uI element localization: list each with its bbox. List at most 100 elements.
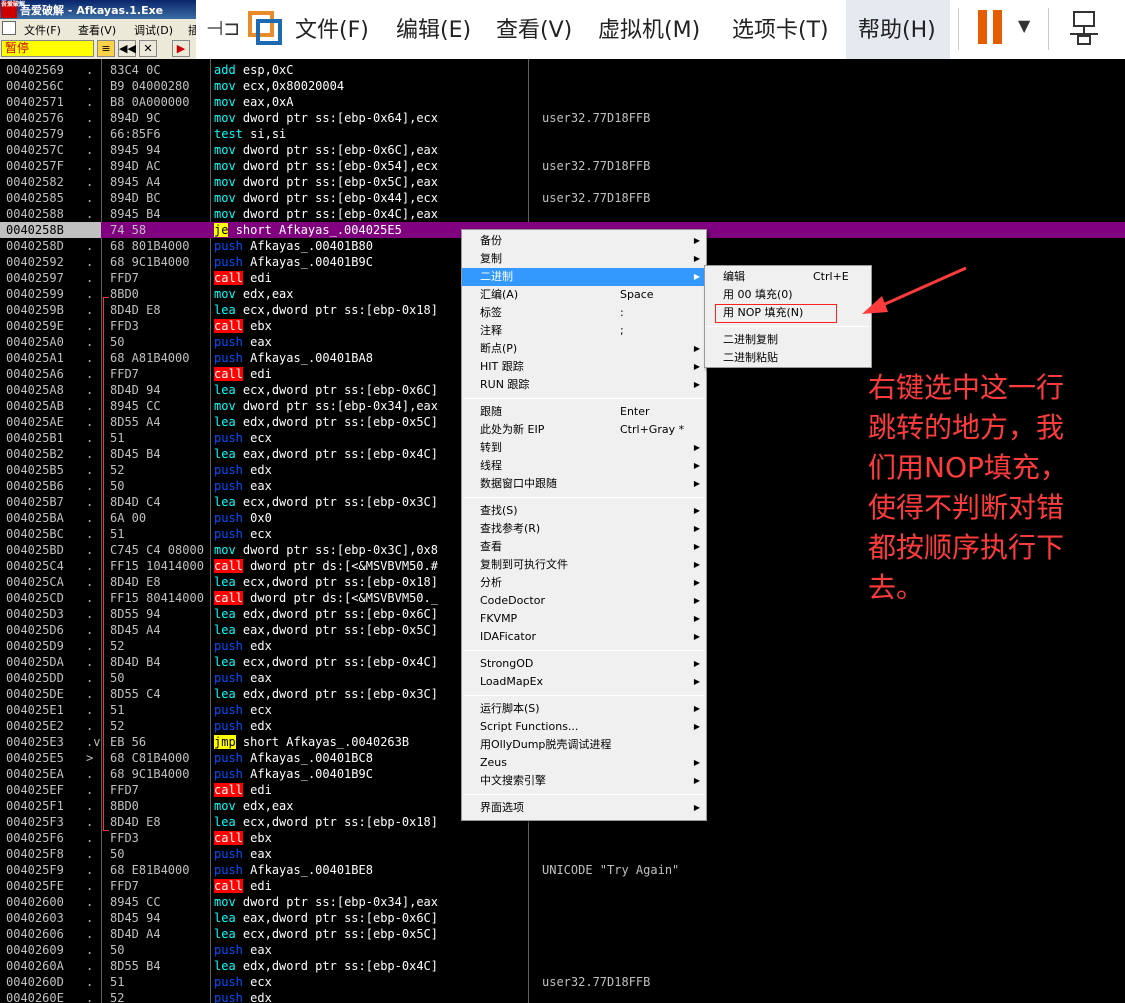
- menu-item[interactable]: 二进制 ▶: [462, 268, 706, 286]
- menu-item[interactable]: RUN 跟踪 ▶: [462, 376, 706, 394]
- hex-bytes: 68 801B4000: [110, 239, 190, 253]
- menu-item[interactable]: 转到 ▶: [462, 439, 706, 457]
- menu-item[interactable]: HIT 跟踪 ▶: [462, 358, 706, 376]
- menu-debug[interactable]: 调试(D): [134, 22, 173, 38]
- menu-item[interactable]: Script Functions... ▶: [462, 718, 706, 736]
- disasm-row[interactable]: 00402600. 8945 CC mov dword ptr ss:[ebp-0x…: [0, 894, 1125, 910]
- menu-item[interactable]: 界面选项 ▶: [462, 799, 706, 817]
- menu-item[interactable]: 查看 ▶: [462, 538, 706, 556]
- menu-item[interactable]: 分析 ▶: [462, 574, 706, 592]
- mnemonic: push: [214, 991, 243, 1003]
- menu-item[interactable]: 线程 ▶: [462, 457, 706, 475]
- disasm-row[interactable]: 00402609. 50 push eax: [0, 942, 1125, 958]
- menu-item[interactable]: 复制到可执行文件 ▶: [462, 556, 706, 574]
- operands: dword ptr ds:[<&MSVBVM50.#: [250, 559, 438, 573]
- jump-marker: .: [86, 895, 94, 909]
- menu-item[interactable]: 标签:: [462, 304, 706, 322]
- menu-item[interactable]: 注释;: [462, 322, 706, 340]
- disasm-row[interactable]: 00402579. 66:85F6 test si,si: [0, 126, 1125, 142]
- menu-item[interactable]: 查找参考(R) ▶: [462, 520, 706, 538]
- disasm-row[interactable]: 00402606. 8D4D A4 lea ecx,dword ptr ss:[eb…: [0, 926, 1125, 942]
- menu-item[interactable]: 数据窗口中跟随 ▶: [462, 475, 706, 493]
- menu-plugins[interactable]: 插: [188, 22, 196, 38]
- hex-bytes: C745 C4 08000: [110, 543, 204, 557]
- disasm-row[interactable]: 0040256C. B9 04000280 mov ecx,0x80020004: [0, 78, 1125, 94]
- menu-item[interactable]: 二进制粘贴: [705, 349, 871, 367]
- window-icon[interactable]: [2, 21, 16, 35]
- menu-item[interactable]: 跟随 Enter: [462, 403, 706, 421]
- menu-item[interactable]: CodeDoctor ▶: [462, 592, 706, 610]
- disasm-row[interactable]: 0040260A. 8D55 B4 lea edx,dword ptr ss:[eb…: [0, 958, 1125, 974]
- disasm-row[interactable]: 004025F8. 50 push eax: [0, 846, 1125, 862]
- menu-item[interactable]: StrongOD ▶: [462, 655, 706, 673]
- instruction: push ecx: [214, 974, 534, 990]
- menu-item[interactable]: 断点(P) ▶: [462, 340, 706, 358]
- menu-item[interactable]: 中文搜索引擎 ▶: [462, 772, 706, 790]
- disasm-row[interactable]: 00402585. 894D BC mov dword ptr ss:[ebp-0x…: [0, 190, 1125, 206]
- pause-icon[interactable]: [978, 10, 1002, 44]
- menu-item[interactable]: 用 00 填充(0): [705, 286, 871, 304]
- menu-item[interactable]: 二进制复制: [705, 331, 871, 349]
- jump-marker: .: [86, 287, 94, 301]
- disasm-row[interactable]: 00402582. 8945 A4 mov dword ptr ss:[ebp-0x…: [0, 174, 1125, 190]
- menu-item[interactable]: FKVMP ▶: [462, 610, 706, 628]
- hex-bytes: 894D AC: [110, 159, 161, 173]
- disasm-row[interactable]: 0040260D. 51 push ecx user32.77D18FFB: [0, 974, 1125, 990]
- mnemonic: lea: [214, 815, 236, 829]
- close-button[interactable]: ✕: [139, 40, 157, 57]
- vm-menu-help[interactable]: 帮助(H): [858, 12, 936, 44]
- menu-item[interactable]: Zeus ▶: [462, 754, 706, 772]
- vm-menu-tabs[interactable]: 选项卡(T): [732, 12, 829, 44]
- vm-menu-view[interactable]: 查看(V): [496, 12, 572, 44]
- menu-item[interactable]: 编辑 Ctrl+E: [705, 268, 871, 286]
- disasm-row[interactable]: 004025FE. FFD7 call edi: [0, 878, 1125, 894]
- annotation-arrow-icon: [862, 266, 967, 314]
- disasm-row[interactable]: 0040257C. 8945 94 mov dword ptr ss:[ebp-0x…: [0, 142, 1125, 158]
- run-button[interactable]: ▶: [172, 40, 190, 57]
- disasm-row[interactable]: 00402603. 8D45 94 lea eax,dword ptr ss:[eb…: [0, 910, 1125, 926]
- menu-item[interactable]: 此处为新 EIP Ctrl+Gray *: [462, 421, 706, 439]
- chevron-down-icon[interactable]: ▼: [1018, 16, 1030, 35]
- disasm-row[interactable]: 00402571. B8 0A000000 mov eax,0xA: [0, 94, 1125, 110]
- mnemonic: mov: [214, 111, 236, 125]
- hex-bytes: 68 9C1B4000: [110, 767, 190, 781]
- vm-menu-vm[interactable]: 虚拟机(M): [598, 12, 700, 44]
- menu-item[interactable]: IDAFicator ▶: [462, 628, 706, 646]
- menu-item[interactable]: 用OllyDump脱壳调试进程: [462, 736, 706, 754]
- disasm-row[interactable]: 004025F6. FFD3 call ebx: [0, 830, 1125, 846]
- restart-button[interactable]: ◀◀: [118, 40, 136, 57]
- vm-menu-file[interactable]: 文件(F): [295, 12, 369, 44]
- menu-item[interactable]: LoadMapEx ▶: [462, 673, 706, 691]
- hex-bytes: 68 E81B4000: [110, 863, 190, 877]
- jump-marker: .: [86, 959, 94, 973]
- menu-view[interactable]: 查看(V): [78, 22, 116, 38]
- menu-file[interactable]: 文件(F): [24, 22, 61, 38]
- pin-icon[interactable]: ⊣⊐: [206, 16, 240, 40]
- disasm-row[interactable]: 00402576. 894D 9C mov dword ptr ss:[ebp-0x…: [0, 110, 1125, 126]
- disasm-row[interactable]: 00402588. 8945 B4 mov dword ptr ss:[ebp-0x…: [0, 206, 1125, 222]
- submenu-arrow-icon: ▶: [693, 659, 700, 668]
- operands: edx,dword ptr ss:[ebp-0x6C]: [242, 607, 438, 621]
- comment: user32.77D18FFB: [542, 975, 651, 989]
- network-icon[interactable]: [1068, 10, 1100, 46]
- open-button[interactable]: ≡: [97, 40, 115, 57]
- menu-item-label: CodeDoctor: [480, 594, 545, 607]
- disasm-row[interactable]: 00402569. 83C4 0C add esp,0xC: [0, 62, 1125, 78]
- disasm-row[interactable]: 0040260E. 52 push edx: [0, 990, 1125, 1003]
- menu-item[interactable]: 复制 ▶: [462, 250, 706, 268]
- mnemonic: push: [214, 767, 243, 781]
- disasm-row[interactable]: 004025F9. 68 E81B4000 push Afkayas_.00401B…: [0, 862, 1125, 878]
- hex-bytes: 8945 CC: [110, 399, 161, 413]
- submenu-arrow-icon: ▶: [693, 614, 700, 623]
- menu-item[interactable]: 运行脚本(S) ▶: [462, 700, 706, 718]
- menu-item[interactable]: 汇编(A) Space: [462, 286, 706, 304]
- vm-menu-edit[interactable]: 编辑(E): [396, 12, 471, 44]
- operands: ecx: [250, 703, 272, 717]
- menu-item[interactable]: 查找(S) ▶: [462, 502, 706, 520]
- jump-marker: .: [86, 335, 94, 349]
- hex-bytes: 8945 CC: [110, 895, 161, 909]
- hex-bytes: 50: [110, 847, 125, 861]
- jump-marker: .: [86, 719, 94, 733]
- menu-item[interactable]: 备份 ▶: [462, 232, 706, 250]
- disasm-row[interactable]: 0040257F. 894D AC mov dword ptr ss:[ebp-0x…: [0, 158, 1125, 174]
